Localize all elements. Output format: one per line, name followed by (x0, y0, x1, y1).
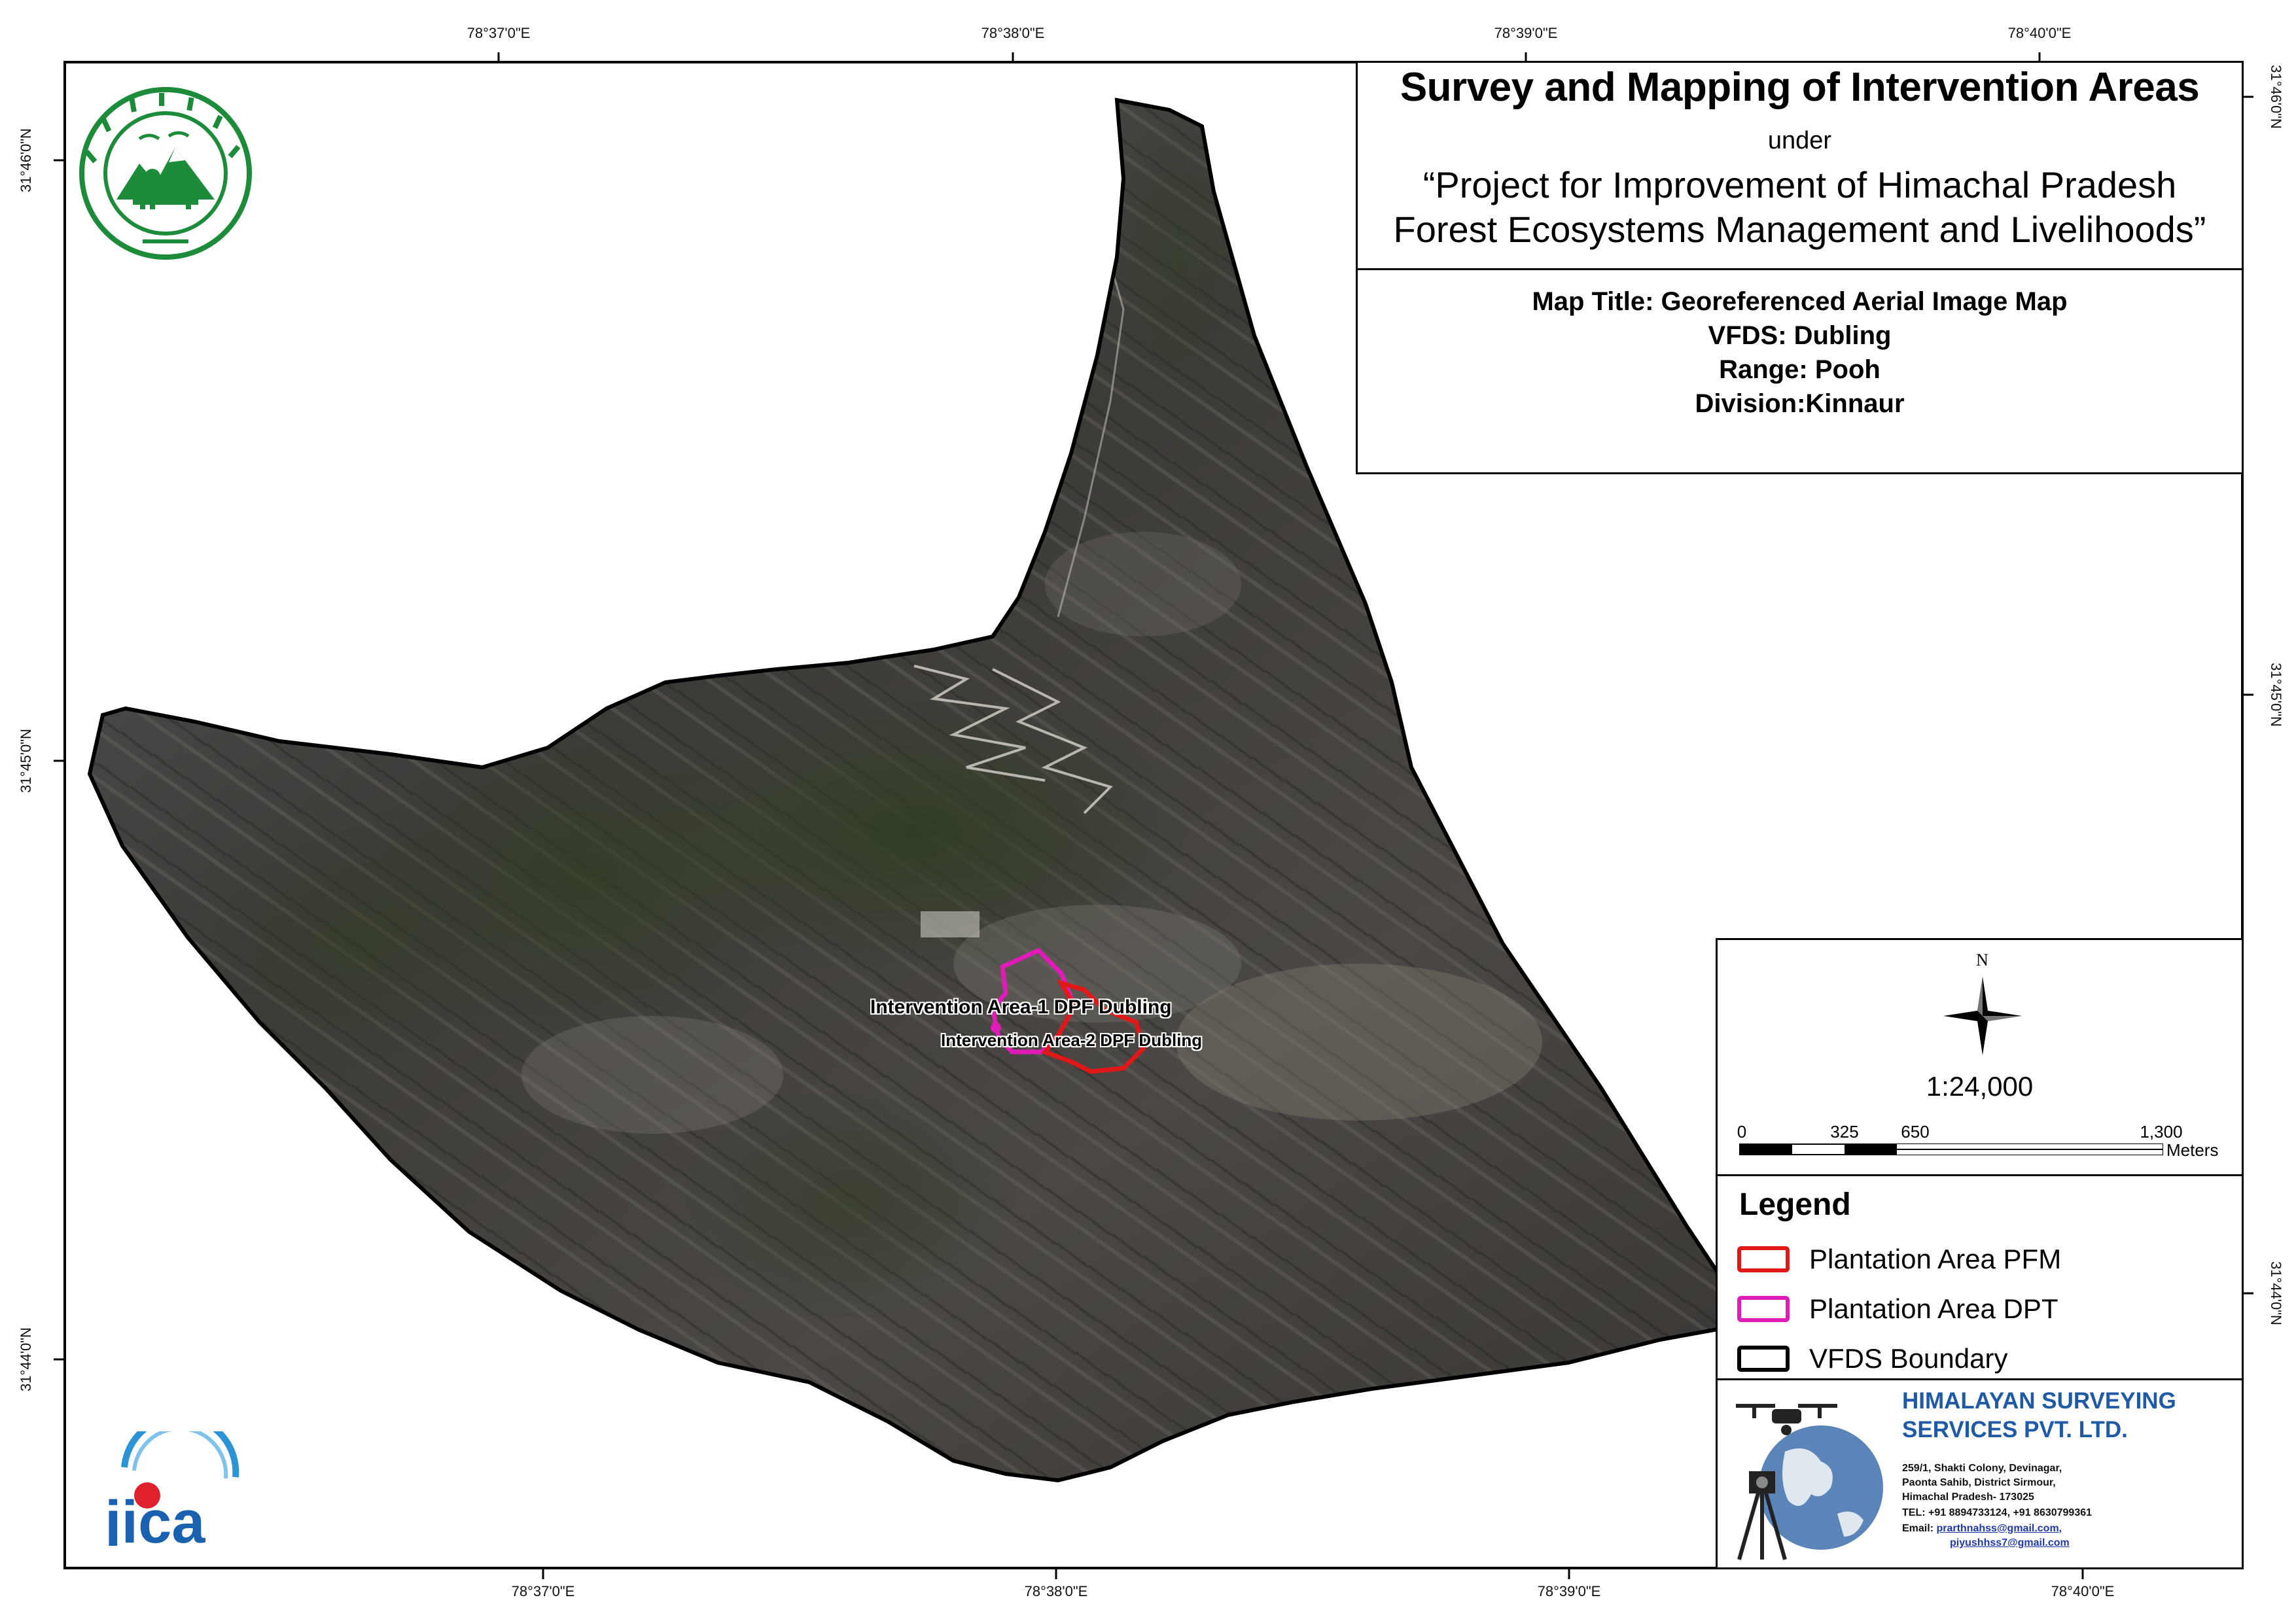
jica-logo: jica (103, 1431, 239, 1546)
company-email-label: Email: (1902, 1523, 1937, 1534)
scale-tick-650: 650 (1901, 1122, 1930, 1142)
company-email-row: Email: prarthnahss@gmail.com, (1902, 1523, 2062, 1535)
company-address-1: 259/1, Shakti Colony, Devinagar, (1902, 1463, 2062, 1474)
svg-text:jica: jica (103, 1489, 205, 1546)
scale-tick-1300: 1,300 (2140, 1122, 2183, 1142)
map-title-line: Map Title: Georeferenced Aerial Image Ma… (1532, 287, 2068, 316)
division-line: Division:Kinnaur (1695, 389, 1905, 418)
map-meta-box: Map Title: Georeferenced Aerial Image Ma… (1356, 268, 2244, 474)
scale-units: Meters (2166, 1140, 2219, 1160)
scale-box: N 1:24,000 0 325 650 1,300 Meters (1716, 938, 2244, 1176)
company-address-3: Himachal Pradesh- 173025 (1902, 1492, 2034, 1503)
company-email-2[interactable]: piyushhss7@gmail.com (1950, 1537, 2070, 1548)
range-line: Range: Pooh (1719, 355, 1881, 384)
surveying-globe-icon (1736, 1404, 1883, 1560)
project-title-line-2: Forest Ecosystems Management and Livelih… (1393, 209, 2206, 250)
company-tel: TEL: +91 8894733124, +91 8630799361 (1902, 1507, 2093, 1518)
vfds-line: VFDS: Dubling (1708, 321, 1892, 350)
scale-tick-325: 325 (1830, 1122, 1859, 1142)
legend-swatch-pfm (1737, 1246, 1790, 1272)
legend-label-dpt: Plantation Area DPT (1809, 1293, 2058, 1324)
company-email-row-2: piyushhss7@gmail.com (1950, 1537, 2070, 1549)
company-email-1[interactable]: prarthnahss@gmail.com, (1936, 1523, 2062, 1534)
company-name-line-2: SERVICES PVT. LTD. (1902, 1417, 2128, 1442)
company-box: HIMALAYAN SURVEYING SERVICES PVT. LTD. 2… (1716, 1378, 2244, 1569)
title-under: under (1767, 127, 1832, 154)
scale-ratio: 1:24,000 (1926, 1071, 2034, 1102)
north-label: N (1976, 951, 1988, 969)
legend-label-pfm: Plantation Area PFM (1809, 1244, 2062, 1274)
forest-department-emblem (79, 87, 252, 260)
legend-label-vfds: VFDS Boundary (1809, 1343, 2008, 1374)
north-arrow-icon (1943, 977, 2022, 1055)
legend-title: Legend (1739, 1187, 1851, 1222)
title-box: Survey and Mapping of Intervention Areas… (1356, 61, 2244, 270)
legend-swatch-vfds (1737, 1346, 1790, 1372)
scale-bar (1739, 1143, 2163, 1155)
legend-swatch-dpt (1737, 1296, 1790, 1322)
scale-tick-0: 0 (1737, 1122, 1747, 1142)
company-address-2: Paonta Sahib, District Sirmour, (1902, 1477, 2056, 1488)
project-title-line-1: “Project for Improvement of Himachal Pra… (1422, 164, 2177, 205)
map-main-title: Survey and Mapping of Intervention Areas (1400, 65, 2200, 110)
legend-box: Legend Plantation Area PFM Plantation Ar… (1716, 1174, 2244, 1380)
company-name-line-1: HIMALAYAN SURVEYING (1902, 1388, 2176, 1414)
